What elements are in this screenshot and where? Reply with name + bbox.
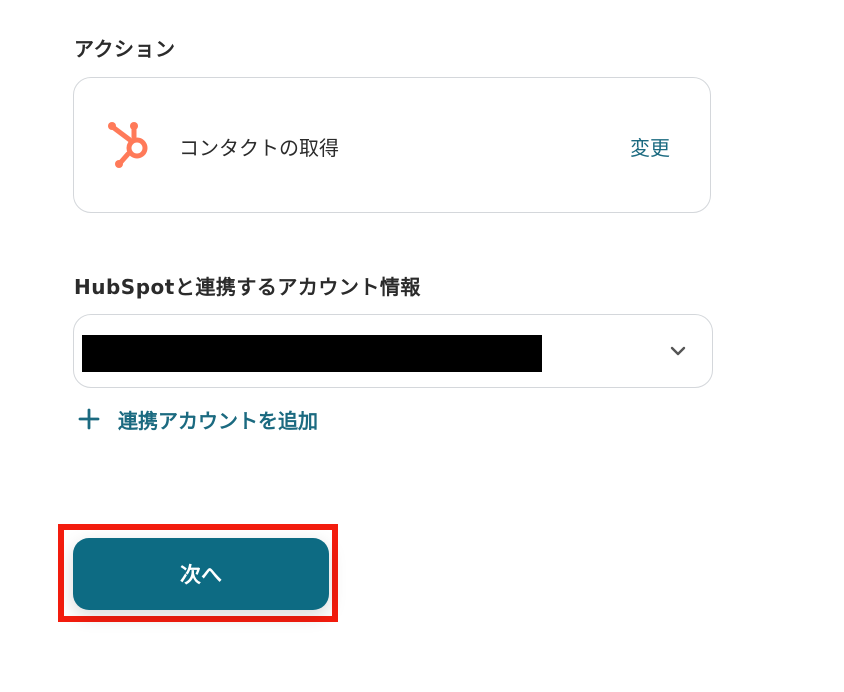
plus-icon bbox=[78, 408, 100, 430]
next-button[interactable]: 次へ bbox=[73, 538, 329, 610]
action-card: コンタクトの取得 変更 bbox=[73, 77, 711, 213]
add-account-label: 連携アカウントを追加 bbox=[118, 408, 318, 433]
account-select[interactable] bbox=[73, 314, 713, 388]
action-name: コンタクトの取得 bbox=[179, 136, 339, 160]
hubspot-icon bbox=[108, 122, 148, 168]
add-account-link[interactable]: 連携アカウントを追加 bbox=[78, 404, 318, 434]
account-value-redacted bbox=[82, 335, 542, 372]
account-section-label: HubSpotと連携するアカウント情報 bbox=[74, 275, 421, 299]
action-section-label: アクション bbox=[74, 37, 176, 61]
change-action-link[interactable]: 変更 bbox=[630, 132, 670, 161]
chevron-down-icon bbox=[670, 346, 686, 356]
